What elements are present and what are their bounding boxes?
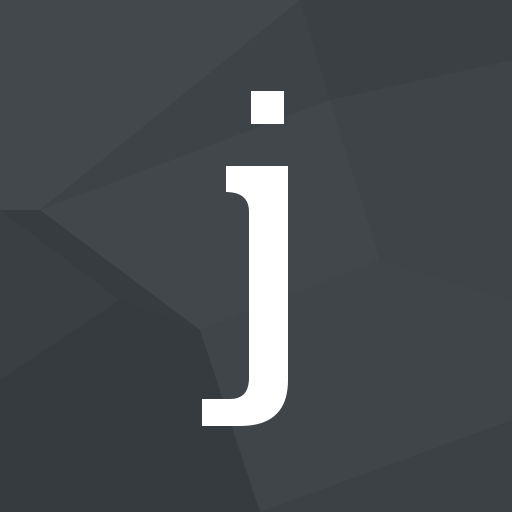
app-icon-tile [0,0,512,512]
letter-j-dot [251,91,284,124]
faceted-background [0,0,512,512]
